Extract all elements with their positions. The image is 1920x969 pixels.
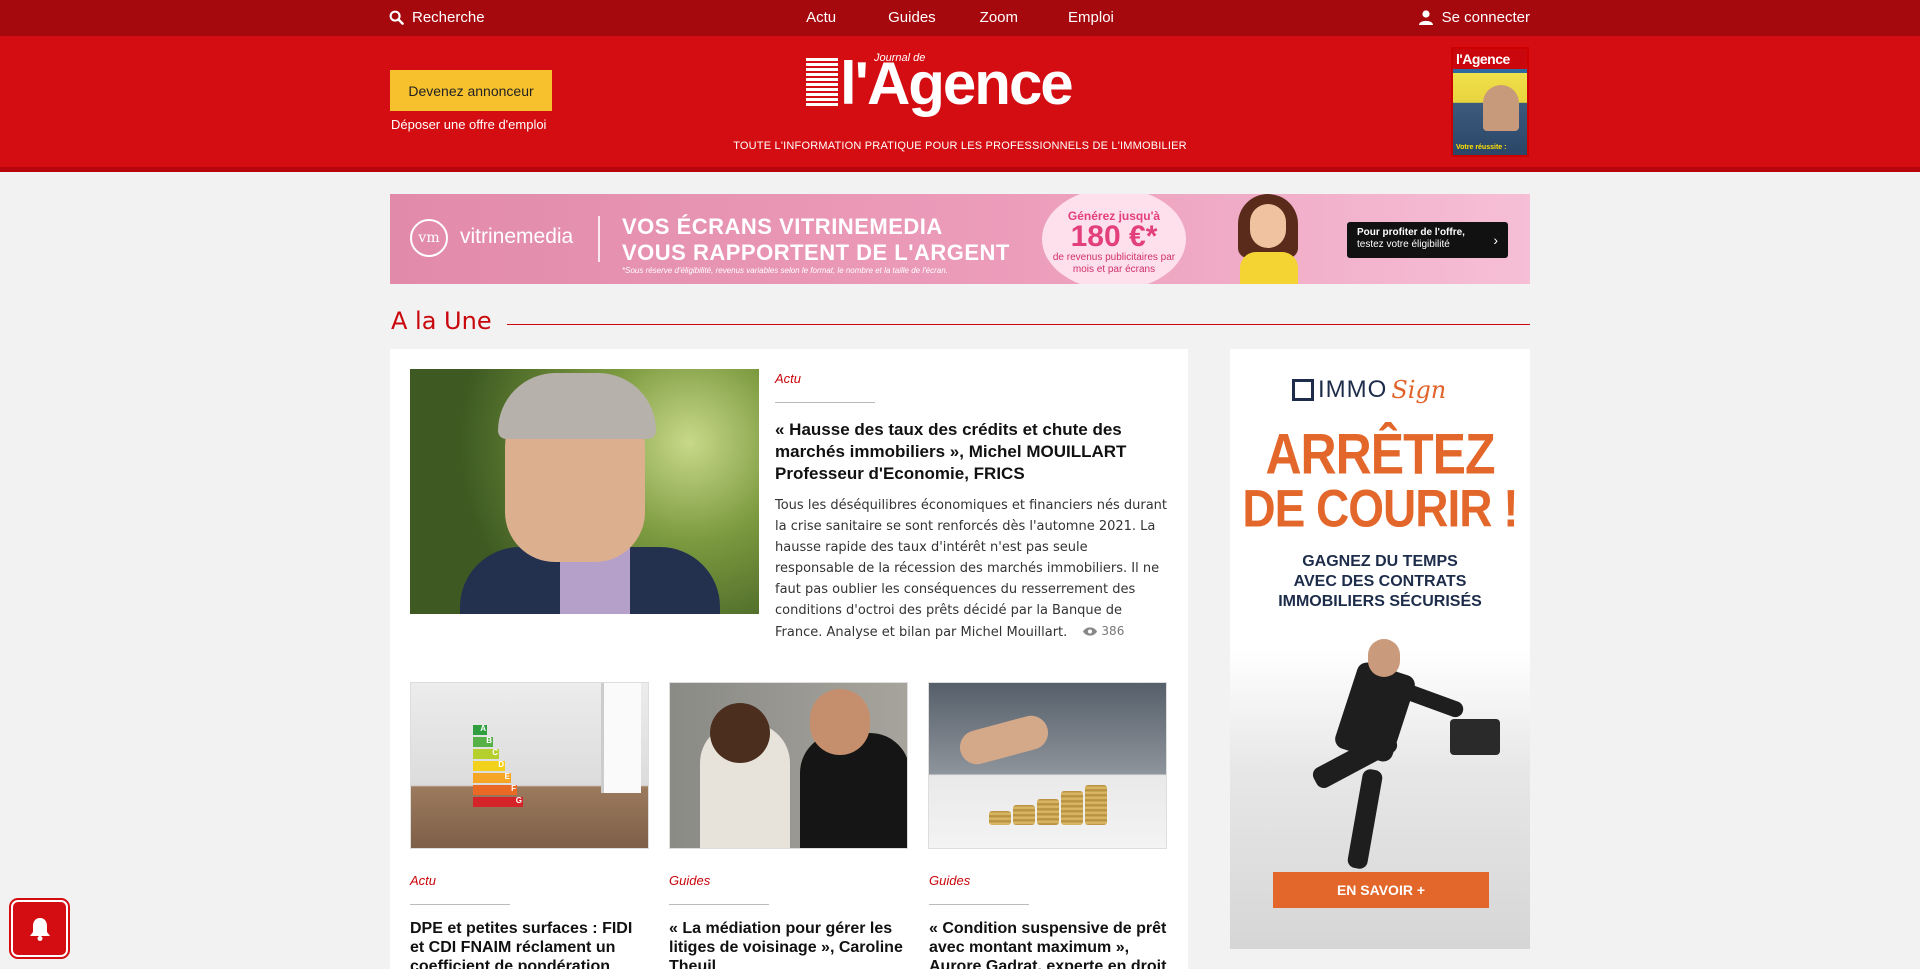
energy-label-letter: D <box>498 760 504 769</box>
section-title-a-la-une: A la Une <box>391 307 492 335</box>
featured-article-title[interactable]: « Hausse des taux des crédits et chute d… <box>775 419 1160 485</box>
bell-icon <box>29 917 50 941</box>
featured-article-excerpt: Tous les déséquilibres économiques et fi… <box>775 495 1170 643</box>
ad-disclaimer: *Sous réserve d'éligibilité, revenus var… <box>622 266 948 275</box>
article-image-mediation[interactable] <box>669 682 908 849</box>
featured-article-image[interactable] <box>410 369 759 614</box>
immosign-sidebar-ad[interactable]: IMMO Sign ARRÊTEZ DE COURIR ! GAGNEZ DU … <box>1230 349 1530 949</box>
card-category[interactable]: Guides <box>929 873 970 888</box>
card-title[interactable]: « Condition suspensive de prêt avec mont… <box>929 919 1167 969</box>
card-category-divider <box>410 904 510 905</box>
energy-bar: F <box>473 784 517 795</box>
magazine-caption: Votre réussite : <box>1456 144 1507 151</box>
main-nav: Actu Guides Zoom Emploi <box>0 9 1920 26</box>
ad-divider <box>598 216 600 262</box>
logo-mark-icon <box>806 58 838 106</box>
site-header: Devenez annonceur Déposer une offre d'em… <box>0 36 1920 172</box>
energy-bar: A <box>473 724 487 735</box>
view-count: 386 <box>1083 621 1124 642</box>
magazine-person <box>1483 85 1519 131</box>
ad-eligibility-button[interactable]: Pour profiter de l'offre, testez votre é… <box>1347 222 1508 258</box>
card-title[interactable]: DPE et petites surfaces : FIDI et CDI FN… <box>410 919 648 969</box>
nav-zoom[interactable]: Zoom <box>980 9 1018 26</box>
article-image-loan[interactable] <box>928 682 1167 849</box>
running-businessman-image <box>1250 639 1500 879</box>
become-advertiser-button[interactable]: Devenez annonceur <box>390 70 552 111</box>
vitrinemedia-ad-banner[interactable]: vm vitrinemedia VOS ÉCRANS VITRINEMEDIA … <box>390 194 1530 284</box>
ad-cta-line1: Pour profiter de l'offre, <box>1357 227 1465 238</box>
chevron-right-icon: › <box>1493 232 1498 248</box>
energy-bar: D <box>473 760 505 771</box>
card-category-divider <box>669 904 769 905</box>
login-link[interactable]: Se connecter <box>1418 9 1530 26</box>
card-title[interactable]: « La médiation pour gérer les litiges de… <box>669 919 907 969</box>
site-tagline: TOUTE L'INFORMATION PRATIQUE POUR LES PR… <box>733 140 1187 152</box>
side-ad-sub-3: IMMOBILIERS SÉCURISÉS <box>1278 593 1482 610</box>
card-category[interactable]: Actu <box>410 873 436 888</box>
magazine-title: l'Agence <box>1453 49 1527 69</box>
energy-label-letter: C <box>492 748 498 757</box>
search-icon <box>389 10 404 25</box>
card-category-divider <box>929 904 1029 905</box>
immosign-logo: IMMO Sign <box>1292 376 1446 404</box>
nav-emploi[interactable]: Emploi <box>1068 9 1114 26</box>
search-link[interactable]: Recherche <box>389 9 485 26</box>
notification-bell-button[interactable] <box>9 898 70 959</box>
section-divider <box>507 324 1530 325</box>
briefcase-icon <box>1450 719 1500 755</box>
energy-label-letter: F <box>511 784 516 793</box>
search-label: Recherche <box>412 9 485 26</box>
side-ad-sub-2: AVEC DES CONTRATS <box>1293 573 1467 590</box>
magazine-cover[interactable]: l'Agence Votre réussite : <box>1451 47 1529 157</box>
article-image-dpe[interactable]: A B C D E F G <box>410 682 649 849</box>
featured-excerpt-text: Tous les déséquilibres économiques et fi… <box>775 498 1168 640</box>
ad-woman-image <box>1220 194 1316 284</box>
ad-headline-1: VOS ÉCRANS VITRINEMEDIA <box>622 214 943 239</box>
featured-category-divider <box>775 402 875 403</box>
side-ad-headline-1: ARRÊTEZ <box>1265 421 1495 487</box>
view-count-value: 386 <box>1101 624 1125 638</box>
immosign-logo-sign: Sign <box>1391 376 1447 404</box>
login-label: Se connecter <box>1441 9 1530 26</box>
ad-brand-name: vitrinemedia <box>460 225 574 248</box>
ad-headline-2: VOUS RAPPORTENT DE L'ARGENT <box>622 240 1010 265</box>
immosign-logo-immo: IMMO <box>1318 376 1388 403</box>
card-category[interactable]: Guides <box>669 873 710 888</box>
logo-name: l'Agence <box>840 50 1074 117</box>
ad-cta-line2: testez votre éligibilité <box>1357 239 1450 250</box>
side-ad-sub-1: GAGNEZ DU TEMPS <box>1302 553 1458 570</box>
side-ad-subtitle: GAGNEZ DU TEMPS AVEC DES CONTRATS IMMOBI… <box>1230 552 1530 612</box>
user-icon <box>1418 10 1433 25</box>
energy-bar: G <box>473 796 523 807</box>
energy-label-letter: E <box>504 772 510 781</box>
ad-offer-line3: de revenus publicitaires par mois et par… <box>1052 252 1176 275</box>
energy-bar: C <box>473 748 499 759</box>
nav-actu[interactable]: Actu <box>806 9 836 26</box>
side-ad-headline-2: DE COURIR ! <box>1242 478 1518 538</box>
featured-category[interactable]: Actu <box>775 371 801 386</box>
eye-icon <box>1083 627 1098 636</box>
learn-more-button[interactable]: EN SAVOIR + <box>1273 872 1489 908</box>
site-logo[interactable]: Journal de l'Agence <box>806 52 1116 122</box>
energy-label-letter: B <box>486 736 492 745</box>
energy-label-letter: G <box>515 796 522 805</box>
top-bar: Recherche Actu Guides Zoom Emploi Se con… <box>0 0 1920 36</box>
immosign-logo-icon <box>1292 379 1314 401</box>
energy-bar: E <box>473 772 511 783</box>
energy-bar: B <box>473 736 493 747</box>
energy-label-letter: A <box>480 724 486 733</box>
ad-offer-amount: 180 €* <box>1070 220 1158 253</box>
vitrinemedia-logo-icon: vm <box>410 219 448 257</box>
nav-guides[interactable]: Guides <box>888 9 936 26</box>
post-job-link[interactable]: Déposer une offre d'emploi <box>391 117 546 132</box>
